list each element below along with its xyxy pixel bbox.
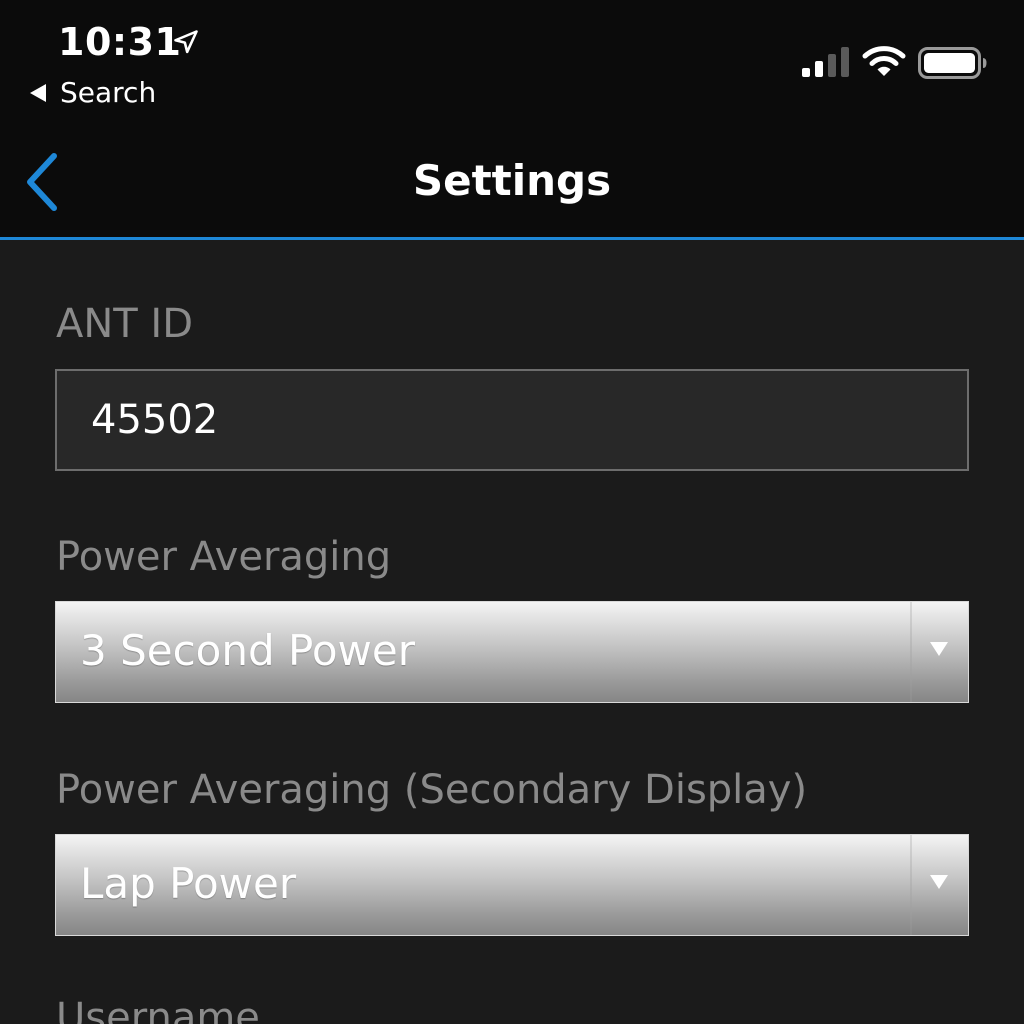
- back-to-search-link[interactable]: Search: [30, 76, 156, 109]
- ant-id-input[interactable]: [55, 369, 969, 471]
- select-divider: [910, 602, 912, 702]
- cellular-signal-icon: [802, 47, 849, 77]
- settings-screen: 10:31 Search Settings ANT ID 45502 Power…: [0, 0, 1024, 1024]
- power-averaging-selected-value: 3 Second Power: [80, 626, 415, 675]
- status-time: 10:31: [58, 20, 182, 64]
- settings-form: ANT ID Power Averaging 3 Second Power Po…: [0, 243, 1024, 1024]
- select-divider: [910, 835, 912, 935]
- username-label: Username: [56, 995, 260, 1024]
- power-averaging-select[interactable]: 3 Second Power: [55, 601, 969, 703]
- status-bar: 10:31 Search: [0, 0, 1024, 120]
- battery-icon: [918, 47, 987, 79]
- ant-id-label: ANT ID: [56, 301, 194, 347]
- triangle-down-icon: [930, 875, 948, 889]
- power-averaging-secondary-select[interactable]: Lap Power: [55, 834, 969, 936]
- navigation-bar: Settings: [0, 120, 1024, 240]
- back-to-search-label: Search: [60, 76, 157, 109]
- wifi-icon: [862, 46, 906, 76]
- page-title: Settings: [412, 156, 612, 205]
- location-arrow-icon: [174, 30, 198, 54]
- power-averaging-secondary-selected-value: Lap Power: [80, 859, 297, 908]
- power-averaging-secondary-label: Power Averaging (Secondary Display): [56, 767, 808, 813]
- back-triangle-icon: [30, 83, 46, 102]
- power-averaging-label: Power Averaging: [56, 534, 392, 580]
- triangle-down-icon: [930, 642, 948, 656]
